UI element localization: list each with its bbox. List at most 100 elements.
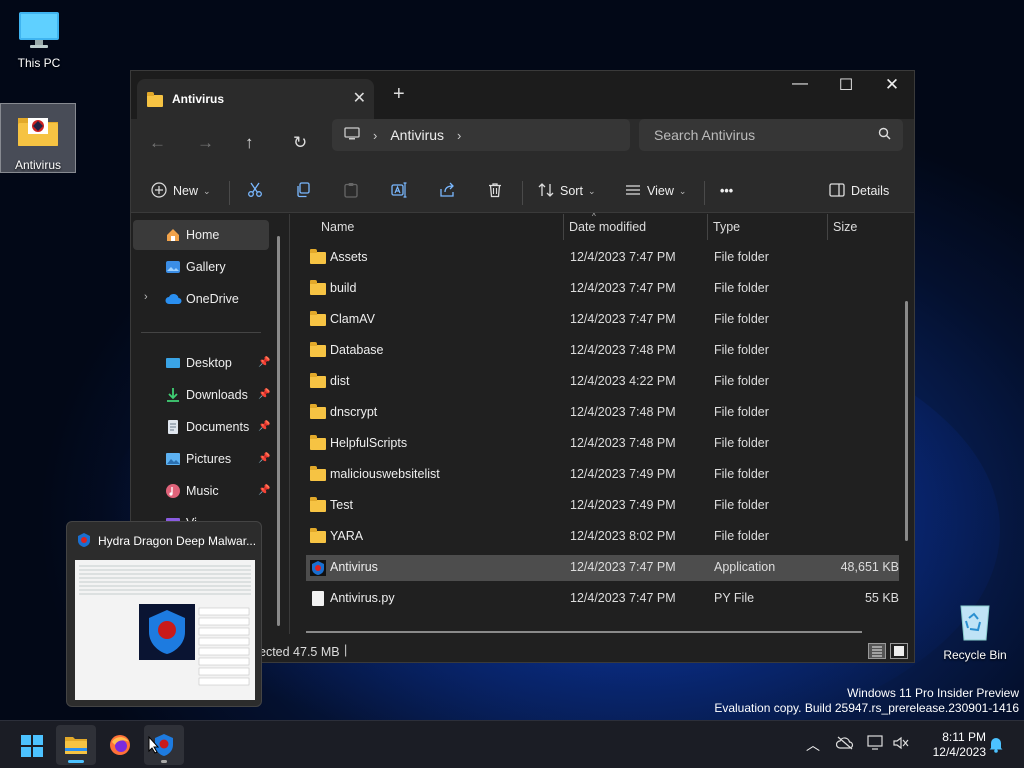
pin-icon[interactable]: 📌	[258, 485, 270, 496]
sidebar-scrollbar[interactable]	[277, 236, 280, 626]
breadcrumb-item[interactable]: Antivirus	[390, 127, 444, 143]
paste-button[interactable]	[343, 179, 359, 203]
file-list-scrollbar[interactable]	[905, 301, 908, 541]
large-icons-view-button[interactable]	[890, 643, 908, 659]
back-arrow-icon[interactable]: ←	[149, 133, 166, 153]
new-button[interactable]: New ⌄	[151, 179, 211, 203]
delete-button[interactable]	[487, 179, 503, 203]
network-icon[interactable]	[867, 735, 885, 754]
chevron-right-icon[interactable]: ›	[144, 291, 148, 303]
sidebar-item-onedrive[interactable]: › OneDrive	[133, 284, 269, 314]
file-row[interactable]: build 12/4/2023 7:47 PM File folder	[306, 276, 899, 302]
share-button[interactable]	[439, 179, 455, 203]
new-label: New	[173, 184, 199, 198]
folder-icon	[310, 342, 326, 357]
rename-button[interactable]	[391, 179, 407, 203]
refresh-icon[interactable]: ↻	[293, 133, 307, 153]
file-row[interactable]: HelpfulScripts 12/4/2023 7:48 PM File fold…	[306, 431, 899, 457]
file-row[interactable]: Antivirus.py 12/4/2023 7:47 PM PY File 55 K…	[306, 586, 899, 612]
system-clock[interactable]: 8:11 PM 12/4/2023	[916, 730, 986, 760]
taskbar-thumbnail-preview[interactable]: Hydra Dragon Deep Malwar...	[66, 521, 262, 707]
file-size: 48,651 KB	[840, 560, 899, 574]
search-icon	[878, 127, 891, 143]
maximize-button[interactable]: ☐	[823, 75, 869, 95]
file-row[interactable]: Database 12/4/2023 7:48 PM File folder	[306, 338, 899, 364]
new-tab-button[interactable]: +	[393, 83, 405, 106]
cloud-icon	[165, 291, 182, 307]
more-options-button[interactable]: •••	[720, 179, 733, 203]
column-divider[interactable]	[563, 214, 564, 240]
sidebar-item-documents[interactable]: Documents 📌	[133, 412, 270, 442]
scissors-icon	[247, 182, 263, 201]
file-row[interactable]: Assets 12/4/2023 7:47 PM File folder	[306, 245, 899, 271]
desktop-icon-this-pc[interactable]: This PC	[1, 2, 77, 74]
column-divider[interactable]	[707, 214, 708, 240]
file-name: Test	[330, 498, 353, 512]
folder-icon	[147, 91, 163, 107]
taskbar-firefox[interactable]	[100, 725, 140, 765]
cut-button[interactable]	[247, 179, 263, 203]
desktop-icon-recycle-bin[interactable]: Recycle Bin	[937, 594, 1013, 664]
file-row[interactable]: ClamAV 12/4/2023 7:47 PM File folder	[306, 307, 899, 333]
running-indicator	[161, 760, 167, 763]
more-icon: •••	[720, 184, 734, 198]
file-name: build	[330, 281, 357, 295]
chevron-up-icon[interactable]: ︿	[806, 735, 820, 755]
desktop-icon-antivirus[interactable]: Antivirus	[0, 103, 76, 173]
pin-icon[interactable]: 📌	[258, 389, 270, 400]
column-header-size[interactable]: Size	[833, 214, 857, 242]
details-button[interactable]: Details	[829, 179, 889, 203]
details-view-button[interactable]	[868, 643, 886, 659]
forward-arrow-icon[interactable]: →	[197, 133, 214, 153]
monitor-icon	[17, 8, 61, 52]
file-row[interactable]: maliciouswebsitelist 12/4/2023 7:49 PM Fil…	[306, 462, 899, 488]
file-row[interactable]: dnscrypt 12/4/2023 7:48 PM File folder	[306, 400, 899, 426]
sidebar-item-downloads[interactable]: Downloads 📌	[133, 380, 270, 410]
sidebar-divider	[141, 332, 261, 333]
sidebar-item-desktop[interactable]: Desktop 📌	[133, 348, 270, 378]
command-bar: New ⌄ Sort ⌄ View ⌄ ••• Details	[131, 171, 914, 213]
copy-button[interactable]	[295, 179, 311, 203]
minimize-button[interactable]: —	[777, 75, 823, 93]
close-tab-icon[interactable]: ✕	[353, 88, 366, 108]
address-bar[interactable]: › Antivirus ›	[332, 119, 630, 151]
folder-icon	[310, 311, 326, 326]
sidebar-item-gallery[interactable]: Gallery	[133, 252, 269, 282]
onedrive-icon[interactable]	[835, 736, 854, 753]
column-divider[interactable]	[827, 214, 828, 240]
file-type: File folder	[714, 498, 769, 512]
pin-icon[interactable]: 📌	[258, 357, 270, 368]
sidebar-item-label: Documents	[186, 420, 250, 434]
folder-icon	[310, 280, 326, 295]
file-row-selected[interactable]: Antivirus 12/4/2023 7:47 PM Application 48,…	[306, 555, 899, 581]
file-type: PY File	[714, 591, 755, 605]
watermark-line: Windows 11 Pro Insider Preview	[847, 686, 1019, 700]
sidebar-item-pictures[interactable]: Pictures 📌	[133, 444, 270, 474]
file-row[interactable]: dist 12/4/2023 4:22 PM File folder	[306, 369, 899, 395]
pin-icon[interactable]: 📌	[258, 453, 270, 464]
view-button[interactable]: View ⌄	[625, 179, 686, 203]
file-row[interactable]: Test 12/4/2023 7:49 PM File folder	[306, 493, 899, 519]
close-window-button[interactable]: ✕	[869, 75, 915, 95]
file-row[interactable]: YARA 12/4/2023 8:02 PM File folder	[306, 524, 899, 550]
search-input[interactable]: Search Antivirus	[639, 119, 903, 151]
column-header-type[interactable]: Type	[713, 214, 740, 242]
sidebar-item-music[interactable]: Music 📌	[133, 476, 270, 506]
pin-icon[interactable]: 📌	[258, 421, 270, 432]
taskbar-file-explorer[interactable]	[56, 725, 96, 765]
file-name: Assets	[330, 250, 368, 264]
plus-circle-icon	[151, 181, 167, 201]
tab-antivirus[interactable]: Antivirus ✕	[137, 79, 374, 119]
horizontal-scrollbar[interactable]	[306, 631, 862, 633]
start-button[interactable]	[12, 725, 52, 765]
sidebar-item-home[interactable]: Home	[133, 220, 269, 250]
chevron-right-icon[interactable]: ›	[457, 128, 461, 143]
sort-button[interactable]: Sort ⌄	[538, 179, 595, 203]
file-date: 12/4/2023 7:48 PM	[570, 343, 676, 357]
volume-muted-icon[interactable]	[893, 736, 909, 753]
up-arrow-icon[interactable]: ↑	[245, 133, 254, 153]
column-header-name[interactable]: Name	[321, 214, 354, 242]
notification-bell-icon[interactable]	[988, 735, 1004, 756]
column-header-date[interactable]: Date modified	[569, 214, 646, 242]
details-pane-icon	[829, 182, 845, 200]
